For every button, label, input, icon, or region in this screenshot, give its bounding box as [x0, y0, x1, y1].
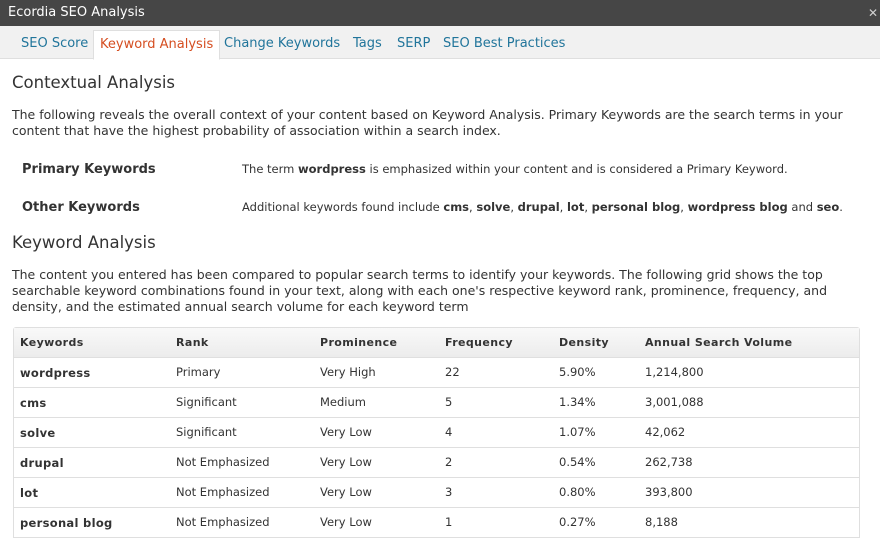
table-row: drupal Not Emphasized Very Low 2 0.54% 2… — [14, 448, 859, 478]
keyword-cell: solve — [20, 426, 56, 440]
keyword-analysis-heading: Keyword Analysis — [12, 233, 156, 252]
density-cell: 0.54% — [559, 455, 596, 469]
tab-tags[interactable]: Tags — [347, 30, 388, 59]
density-cell: 5.90% — [559, 365, 596, 379]
keyword-grid-header: Keywords Rank Prominence Frequency Densi… — [14, 328, 859, 358]
other-term: wordpress blog — [687, 200, 788, 214]
contextual-analysis-description: The following reveals the overall contex… — [12, 107, 843, 138]
search-volume-cell: 1,214,800 — [645, 365, 704, 379]
primary-keywords-text: The term wordpress is emphasized within … — [242, 162, 788, 176]
frequency-cell: 1 — [445, 515, 453, 529]
keyword-cell: cms — [20, 396, 47, 410]
rank-cell: Not Emphasized — [176, 455, 270, 469]
tab-seo-score[interactable]: SEO Score — [15, 30, 94, 59]
other-term: personal blog — [591, 200, 681, 214]
keyword-cell: drupal — [20, 456, 64, 470]
other-term: lot — [566, 200, 585, 214]
other-keywords-text: Additional keywords found include cms, s… — [242, 200, 843, 214]
table-row: wordpress Primary Very High 22 5.90% 1,2… — [14, 358, 859, 388]
column-header-rank: Rank — [176, 336, 209, 349]
rank-cell: Not Emphasized — [176, 515, 270, 529]
keyword-cell: personal blog — [20, 516, 113, 530]
tab-change-keywords[interactable]: Change Keywords — [218, 30, 346, 59]
search-volume-cell: 393,800 — [645, 485, 693, 499]
window-titlebar: Ecordia SEO Analysis ✕ — [0, 0, 880, 26]
keyword-analysis-description: The content you entered has been compare… — [12, 267, 828, 314]
rank-cell: Significant — [176, 425, 237, 439]
contextual-analysis-heading: Contextual Analysis — [12, 73, 176, 92]
rank-cell: Primary — [176, 365, 221, 379]
table-row: personal blog Not Emphasized Very Low 1 … — [14, 508, 859, 538]
window-title: Ecordia SEO Analysis — [8, 5, 145, 20]
column-header-frequency: Frequency — [445, 336, 513, 349]
prominence-cell: Very Low — [320, 515, 372, 529]
prominence-cell: Very Low — [320, 485, 372, 499]
keyword-cell: wordpress — [20, 366, 91, 380]
search-volume-cell: 42,062 — [645, 425, 686, 439]
table-row: cms Significant Medium 5 1.34% 3,001,088 — [14, 388, 859, 418]
other-term: drupal — [517, 200, 560, 214]
keyword-cell: lot — [20, 486, 39, 500]
tab-bar: SEO Score Keyword Analysis Change Keywor… — [0, 26, 880, 60]
tab-serp[interactable]: SERP — [391, 30, 436, 59]
column-header-keywords: Keywords — [20, 336, 84, 349]
density-cell: 1.07% — [559, 425, 596, 439]
primary-term: wordpress — [298, 162, 366, 176]
frequency-cell: 22 — [445, 365, 460, 379]
other-keywords-label: Other Keywords — [22, 200, 140, 215]
density-cell: 0.80% — [559, 485, 596, 499]
column-header-prominence: Prominence — [320, 336, 398, 349]
search-volume-cell: 8,188 — [645, 515, 678, 529]
other-term: seo — [816, 200, 840, 214]
rank-cell: Significant — [176, 395, 237, 409]
table-row: lot Not Emphasized Very Low 3 0.80% 393,… — [14, 478, 859, 508]
prominence-cell: Very Low — [320, 425, 372, 439]
frequency-cell: 2 — [445, 455, 453, 469]
close-icon[interactable]: ✕ — [866, 0, 880, 26]
keyword-grid: Keywords Rank Prominence Frequency Densi… — [13, 327, 860, 538]
rank-cell: Not Emphasized — [176, 485, 270, 499]
frequency-cell: 3 — [445, 485, 453, 499]
density-cell: 1.34% — [559, 395, 596, 409]
column-header-density: Density — [559, 336, 609, 349]
frequency-cell: 5 — [445, 395, 453, 409]
other-term: cms — [443, 200, 470, 214]
prominence-cell: Very High — [320, 365, 376, 379]
search-volume-cell: 3,001,088 — [645, 395, 704, 409]
other-term: solve — [476, 200, 511, 214]
primary-keywords-label: Primary Keywords — [22, 162, 156, 177]
prominence-cell: Medium — [320, 395, 366, 409]
tab-seo-best-practices[interactable]: SEO Best Practices — [437, 30, 571, 59]
table-row: solve Significant Very Low 4 1.07% 42,06… — [14, 418, 859, 448]
density-cell: 0.27% — [559, 515, 596, 529]
column-header-annual-search-volume: Annual Search Volume — [645, 336, 793, 349]
search-volume-cell: 262,738 — [645, 455, 693, 469]
frequency-cell: 4 — [445, 425, 453, 439]
tab-keyword-analysis[interactable]: Keyword Analysis — [93, 30, 221, 60]
prominence-cell: Very Low — [320, 455, 372, 469]
